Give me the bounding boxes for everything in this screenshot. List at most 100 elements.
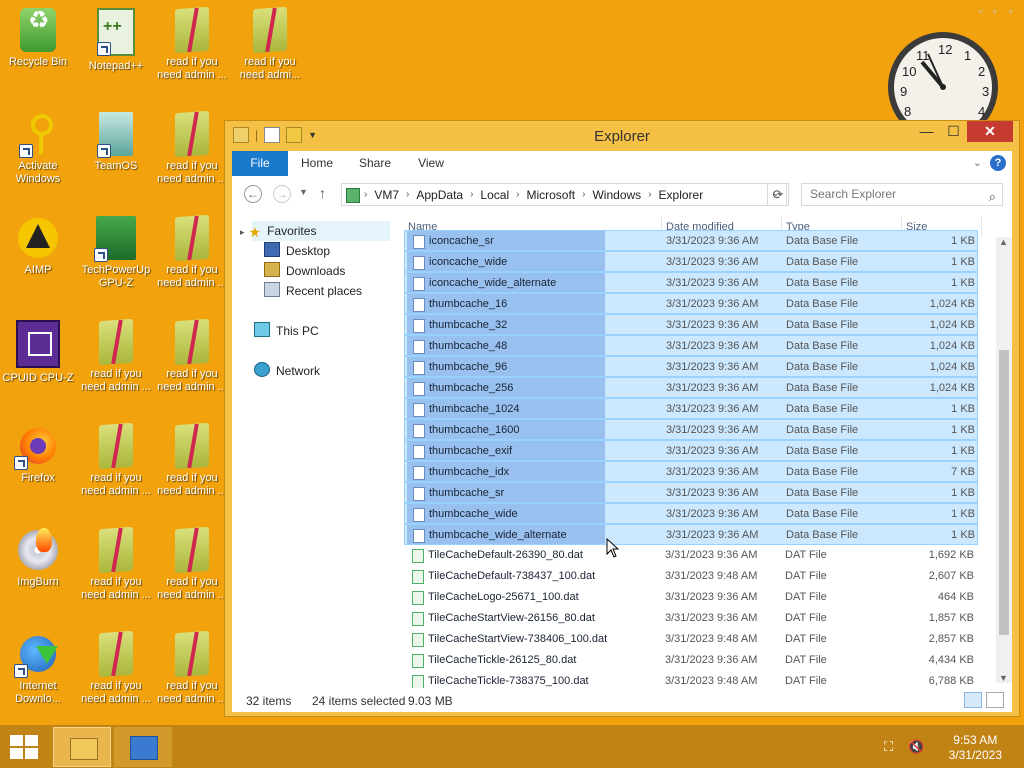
- scroll-down-icon[interactable]: ▼: [999, 673, 1008, 683]
- taskbar-clock[interactable]: 9:53 AM 3/31/2023: [949, 733, 1002, 763]
- desktop-icon-activate-windows[interactable]: Activate Windows: [0, 112, 76, 186]
- volume-muted-icon[interactable]: 🔇: [908, 739, 924, 754]
- file-date: 3/31/2023 9:36 AM: [666, 529, 759, 541]
- tab-home[interactable]: Home: [292, 151, 342, 176]
- database-file-icon: [413, 298, 425, 312]
- desktop-icon-teamos[interactable]: TeamOS: [78, 112, 154, 173]
- desktop-icon-label: CPUID CPU-Z: [2, 372, 74, 384]
- desktop-icon-readme[interactable]: read if you need admin ...: [78, 422, 154, 498]
- desktop-icon-imgburn[interactable]: ImgBurn: [0, 528, 76, 589]
- desktop-icon-idm[interactable]: Internet Downlo...: [0, 632, 76, 706]
- table-row[interactable]: thumbcache_32 3/31/2023 9:36 AM Data Base …: [404, 314, 978, 335]
- shortcut-arrow-icon: [94, 248, 108, 262]
- scroll-up-icon[interactable]: ▲: [999, 237, 1008, 247]
- desktop-icon-readme[interactable]: read if you need admin ...: [154, 526, 230, 602]
- desktop-icon-gpuz[interactable]: TechPowerUp GPU-Z: [78, 216, 154, 290]
- vertical-scrollbar[interactable]: ▲ ▼: [996, 237, 1012, 683]
- tab-share[interactable]: Share: [350, 151, 400, 176]
- gadget-nav-arrows-icon[interactable]: ◂ ▸ ▸: [977, 6, 1018, 17]
- table-row[interactable]: thumbcache_1600 3/31/2023 9:36 AM Data Bas…: [404, 419, 978, 440]
- table-row[interactable]: thumbcache_wide_alternate 3/31/2023 9:36 …: [404, 524, 978, 545]
- refresh-button[interactable]: ⟳: [767, 183, 789, 206]
- table-row[interactable]: thumbcache_exif 3/31/2023 9:36 AM Data Bas…: [404, 440, 978, 461]
- desktop-icon-readme[interactable]: read if you need admin ...: [154, 110, 230, 186]
- table-row[interactable]: thumbcache_16 3/31/2023 9:36 AM Data Base …: [404, 293, 978, 314]
- desktop-icon-readme[interactable]: read if you need admi...: [232, 6, 308, 82]
- recent-locations-dropdown-icon[interactable]: ▼: [299, 187, 308, 197]
- table-row[interactable]: TileCacheDefault-26390_80.dat 3/31/2023 9…: [404, 545, 978, 566]
- desktop-icon-label: read if you need admi...: [239, 56, 301, 81]
- table-row[interactable]: TileCacheTickle-738375_100.dat 3/31/2023 …: [404, 671, 978, 688]
- breadcrumb-item[interactable]: Local: [480, 188, 509, 202]
- close-button[interactable]: ✕: [967, 121, 1013, 142]
- taskbar-file-explorer[interactable]: [53, 727, 111, 767]
- table-row[interactable]: TileCacheDefault-738437_100.dat 3/31/2023…: [404, 566, 978, 587]
- details-view-button[interactable]: [964, 692, 982, 708]
- table-row[interactable]: iconcache_wide 3/31/2023 9:36 AM Data Base…: [404, 251, 978, 272]
- dat-file-icon: [412, 570, 424, 584]
- table-row[interactable]: iconcache_wide_alternate 3/31/2023 9:36 A…: [404, 272, 978, 293]
- selected-size: 9.03 MB: [408, 694, 453, 708]
- table-row[interactable]: thumbcache_256 3/31/2023 9:36 AM Data Base…: [404, 377, 978, 398]
- minimize-button[interactable]: —: [913, 121, 940, 142]
- expand-ribbon-chevron-icon[interactable]: ⌄: [973, 156, 982, 169]
- desktop-icon-readme[interactable]: read if you need admin ...: [154, 422, 230, 498]
- desktop-icon-recycle-bin[interactable]: Recycle Bin: [0, 8, 76, 69]
- breadcrumb-item[interactable]: Microsoft: [526, 188, 575, 202]
- nav-downloads[interactable]: Downloads: [264, 261, 345, 281]
- shortcut-arrow-icon: [14, 664, 28, 678]
- desktop-icon-readme[interactable]: read if you need admin ...: [154, 630, 230, 706]
- scrollbar-thumb[interactable]: [999, 350, 1009, 635]
- taskbar-control-panel[interactable]: [114, 727, 172, 767]
- help-button[interactable]: ?: [990, 155, 1006, 171]
- nav-favorites[interactable]: ▸ ★ Favorites: [240, 221, 390, 241]
- table-row[interactable]: iconcache_sr 3/31/2023 9:36 AM Data Base F…: [404, 230, 978, 251]
- network-status-icon[interactable]: ⛶: [884, 739, 900, 754]
- large-icons-view-button[interactable]: [986, 692, 1004, 708]
- nav-desktop[interactable]: Desktop: [264, 241, 330, 261]
- desktop-icon-readme[interactable]: read if you need admin ...: [154, 214, 230, 290]
- table-row[interactable]: thumbcache_idx 3/31/2023 9:36 AM Data Base…: [404, 461, 978, 482]
- desktop-icon-firefox[interactable]: Firefox: [0, 424, 76, 485]
- nav-recent-places[interactable]: Recent places: [264, 281, 362, 301]
- desktop-icon-readme[interactable]: read if you need admin ...: [78, 526, 154, 602]
- search-placeholder: Search Explorer: [810, 187, 897, 201]
- nav-this-pc[interactable]: This PC: [254, 321, 319, 341]
- desktop-icon-cpuz[interactable]: CPUID CPU-Z: [0, 320, 76, 385]
- table-row[interactable]: TileCacheTickle-26125_80.dat 3/31/2023 9:…: [404, 650, 978, 671]
- firefox-icon: [14, 424, 60, 470]
- clock-gadget[interactable]: ◂ ▸ ▸ 12 1 2 3 4 5 6 7 8 9 10 11: [878, 0, 1024, 142]
- table-row[interactable]: TileCacheStartView-26156_80.dat 3/31/2023…: [404, 608, 978, 629]
- table-row[interactable]: thumbcache_48 3/31/2023 9:36 AM Data Base …: [404, 335, 978, 356]
- breadcrumb-item[interactable]: Windows: [592, 188, 641, 202]
- breadcrumb-item[interactable]: AppData: [416, 188, 463, 202]
- forward-button[interactable]: →: [273, 185, 291, 203]
- back-button[interactable]: ←: [244, 185, 262, 203]
- desktop-icon-readme[interactable]: read if you need admin ...: [78, 630, 154, 706]
- database-file-icon: [413, 529, 425, 543]
- desktop-icon-readme[interactable]: read if you need admin ...: [154, 6, 230, 82]
- title-bar[interactable]: | ▼ Explorer — ☐ ✕: [225, 121, 1019, 151]
- tab-file[interactable]: File: [232, 151, 288, 176]
- expand-arrow-icon[interactable]: ▸: [240, 227, 245, 237]
- up-button[interactable]: ↑: [319, 185, 326, 201]
- table-row[interactable]: TileCacheLogo-25671_100.dat 3/31/2023 9:3…: [404, 587, 978, 608]
- desktop-icon-aimp[interactable]: AIMP: [0, 216, 76, 277]
- breadcrumb-item[interactable]: VM7: [374, 188, 399, 202]
- table-row[interactable]: thumbcache_wide 3/31/2023 9:36 AM Data Bas…: [404, 503, 978, 524]
- table-row[interactable]: thumbcache_sr 3/31/2023 9:36 AM Data Base …: [404, 482, 978, 503]
- search-input[interactable]: Search Explorer ⌕: [801, 183, 1003, 206]
- desktop-icon-readme[interactable]: read if you need admin ...: [78, 318, 154, 394]
- table-row[interactable]: TileCacheStartView-738406_100.dat 3/31/20…: [404, 629, 978, 650]
- maximize-button[interactable]: ☐: [940, 121, 967, 142]
- desktop-icon-readme[interactable]: read if you need admin ...: [154, 318, 230, 394]
- table-row[interactable]: thumbcache_1024 3/31/2023 9:36 AM Data Bas…: [404, 398, 978, 419]
- table-row[interactable]: thumbcache_96 3/31/2023 9:36 AM Data Base …: [404, 356, 978, 377]
- breadcrumb-item[interactable]: Explorer: [659, 188, 704, 202]
- address-bar[interactable]: › VM7 › AppData › Local › Microsoft › Wi…: [341, 183, 787, 206]
- start-button[interactable]: [10, 735, 40, 759]
- nav-network[interactable]: Network: [254, 361, 320, 381]
- nav-label: This PC: [276, 324, 319, 338]
- desktop-icon-notepadpp[interactable]: Notepad++: [78, 8, 154, 73]
- tab-view[interactable]: View: [406, 151, 456, 176]
